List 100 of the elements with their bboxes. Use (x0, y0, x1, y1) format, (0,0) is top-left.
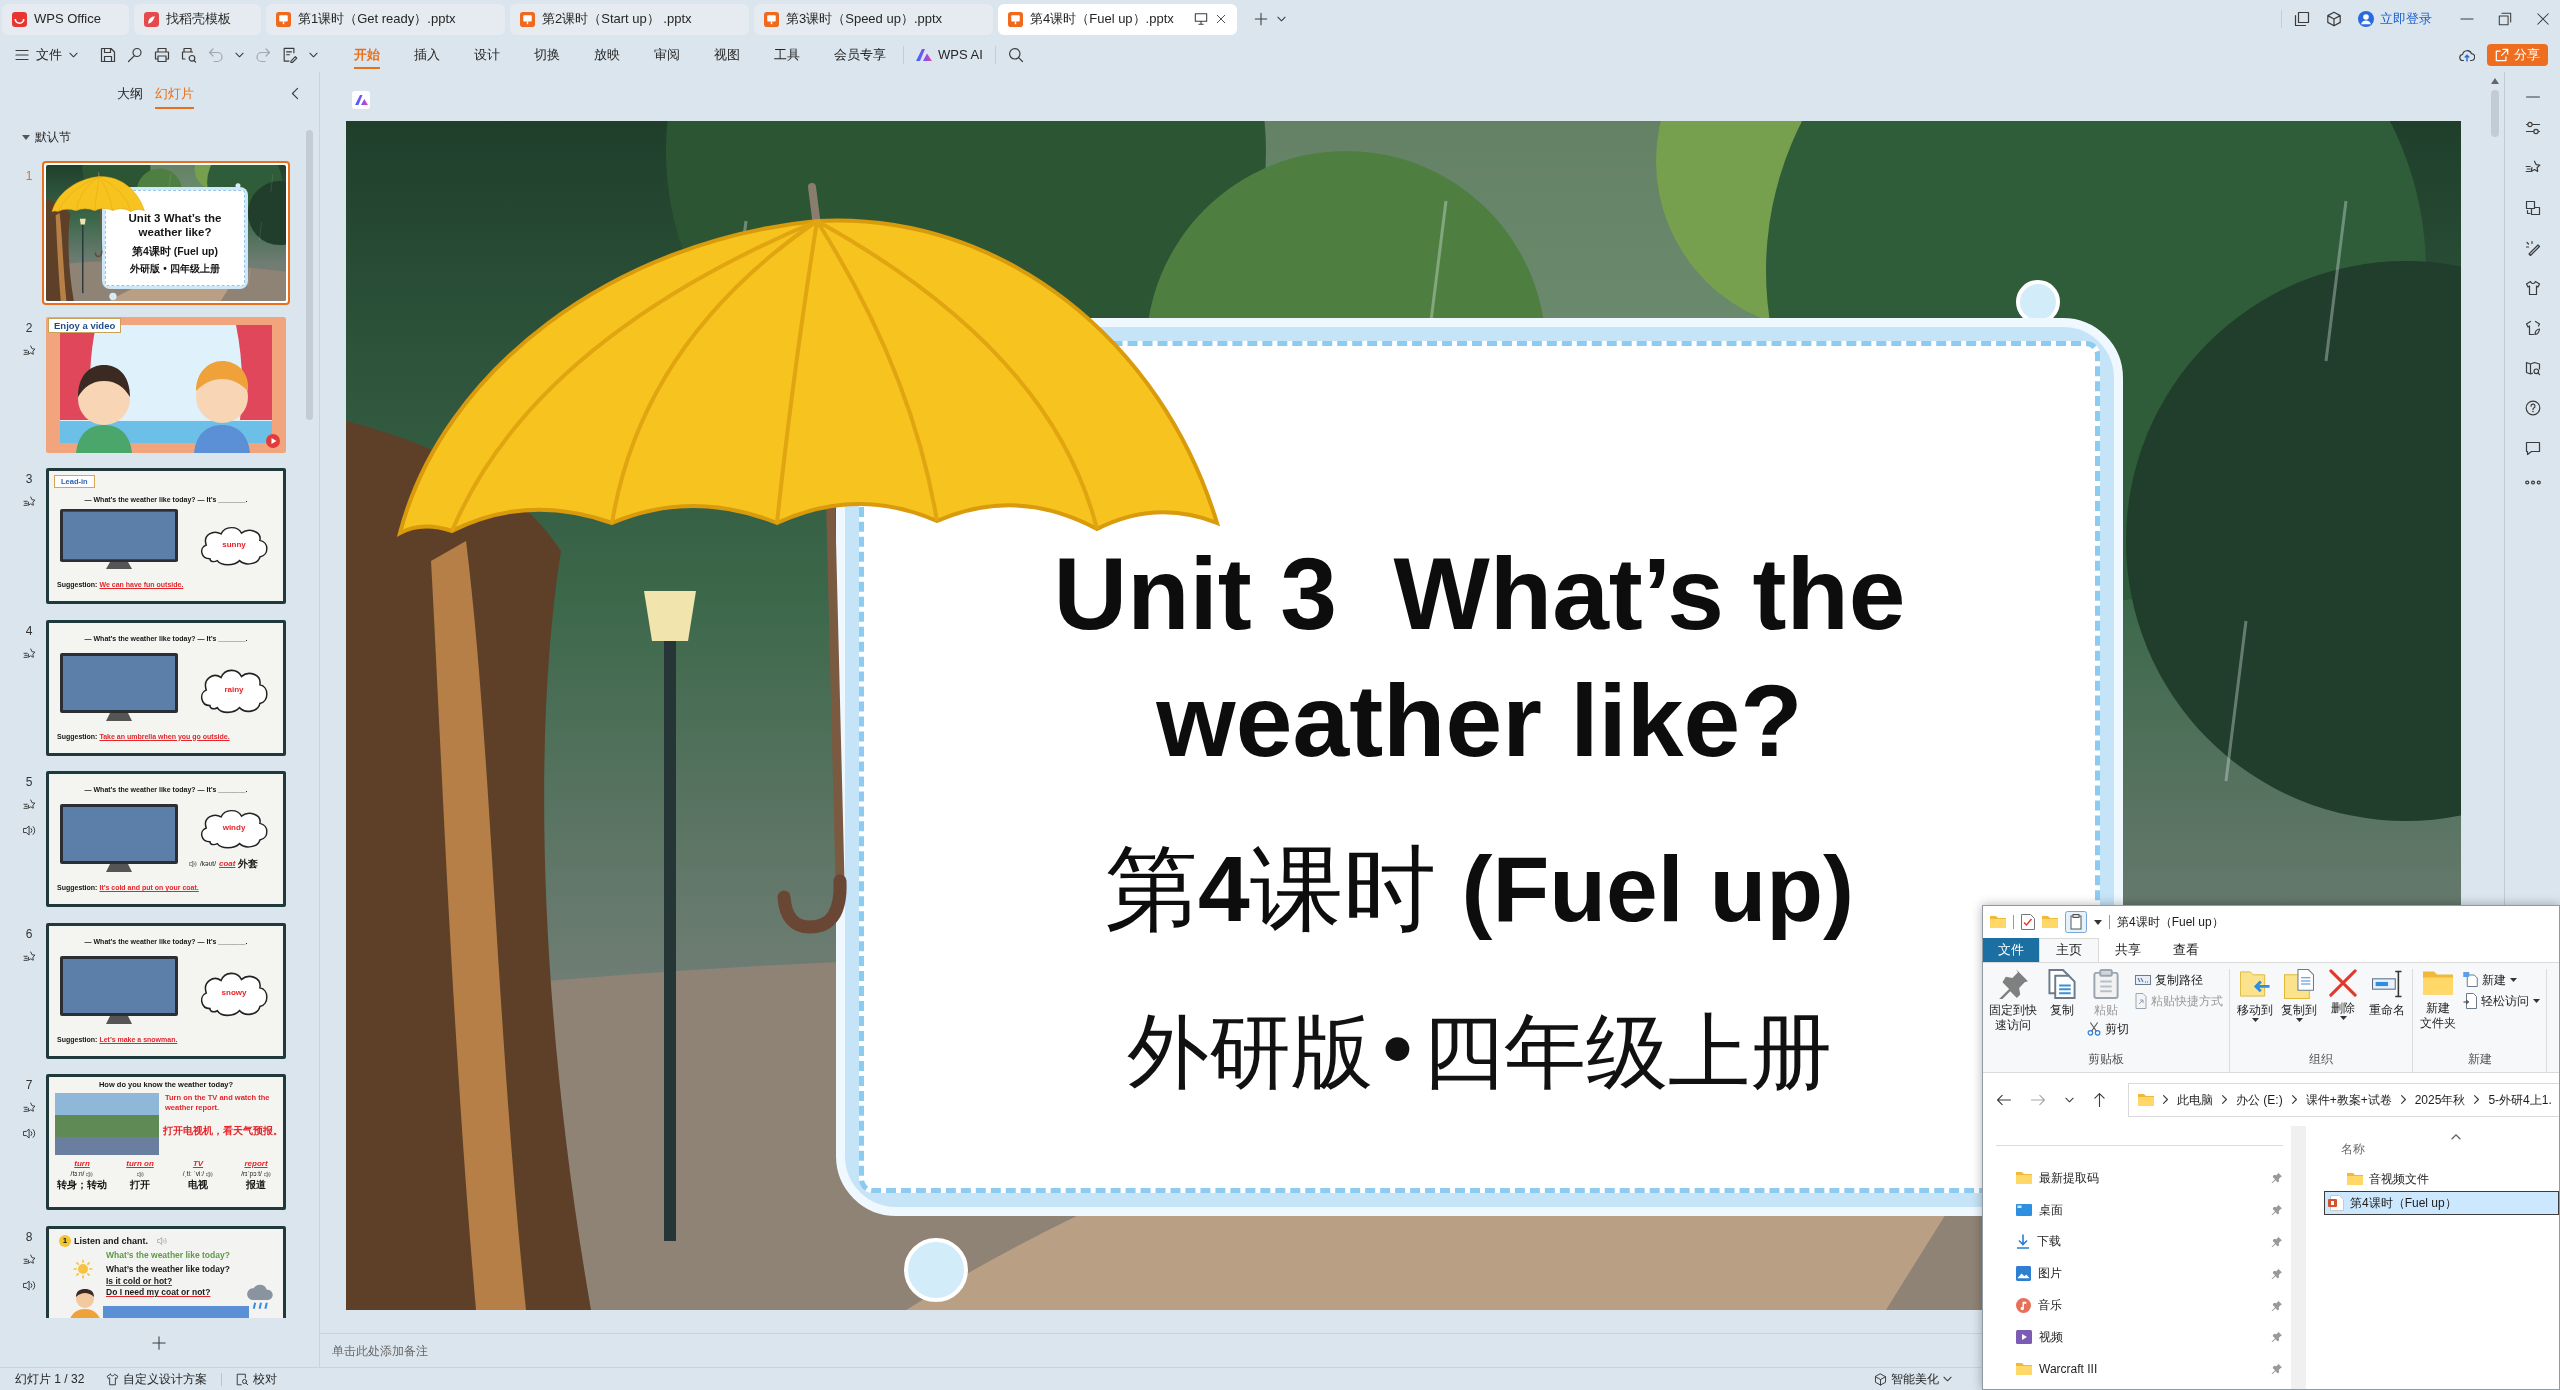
comment-icon[interactable] (2524, 440, 2541, 456)
speaker-icon[interactable] (22, 824, 36, 837)
print-icon[interactable] (154, 47, 170, 63)
shirt-icon[interactable] (106, 1372, 120, 1386)
ribbon-tab[interactable]: 文件 (1983, 938, 2039, 962)
search-icon[interactable] (1007, 47, 1024, 63)
folder-copy-icon[interactable] (2284, 969, 2314, 999)
nav-item[interactable]: Warcraft III (1983, 1352, 2291, 1385)
copy-icon[interactable] (2047, 969, 2077, 999)
wand-icon[interactable] (2524, 240, 2541, 256)
ribbon-button[interactable]: 轻松访问 (2463, 990, 2540, 1011)
squares-icon[interactable] (2524, 200, 2541, 216)
folder-arrow-icon[interactable] (2240, 969, 2270, 999)
caret-icon[interactable] (2251, 1018, 2259, 1022)
check-document-icon[interactable] (2021, 914, 2035, 930)
slide-thumbnail[interactable]: 1 Listen and chant. What’s the weather like today? What’s the weather like today? Is it cold or hot? Do I need my coat or not? (46, 1225, 286, 1318)
cube-icon[interactable] (2326, 11, 2342, 27)
tab[interactable]: 第1课时（Get ready）.pptx (266, 3, 505, 35)
ribbon-button[interactable]: 重命名 (2368, 969, 2406, 1018)
nav-item[interactable]: 下载 (1983, 1225, 2291, 1258)
ribbon-tab[interactable]: 查看 (2157, 938, 2215, 962)
speaker-icon[interactable] (22, 1278, 36, 1292)
logo-icon[interactable] (144, 11, 159, 27)
caret-icon[interactable] (2339, 1016, 2347, 1020)
caret-icon[interactable] (69, 52, 78, 58)
restore-icon[interactable] (2498, 12, 2512, 26)
book-search-icon[interactable] (2524, 360, 2541, 376)
notes-field[interactable]: 单击此处添加备注 (320, 1333, 1982, 1367)
caret-icon[interactable] (1277, 16, 1286, 22)
ribbon-button[interactable]: 固定到快 速访问 (1989, 969, 2037, 1033)
ribbon-button[interactable]: 复制 (2043, 969, 2081, 1018)
cloud-upload-icon[interactable] (2459, 47, 2475, 63)
ribbon-tab[interactable]: 主页 (2039, 938, 2099, 962)
document-arrow-icon[interactable] (2463, 992, 2477, 1009)
breadcrumb-item[interactable]: 2025年秋 (2414, 1090, 2466, 1109)
ribbon-tab[interactable]: 设计 (457, 38, 517, 72)
caret-icon[interactable] (2533, 998, 2540, 1003)
close-icon[interactable] (1215, 13, 1227, 25)
ribbon-button[interactable]: 新建 文件夹 (2419, 969, 2457, 1031)
tab[interactable]: 第2课时（Start up） .pptx (510, 3, 749, 35)
caret-icon[interactable] (1943, 1376, 1952, 1382)
document-search-icon[interactable] (236, 1372, 250, 1386)
slides-file-icon[interactable] (764, 11, 779, 27)
tab[interactable]: 第3课时（Speed up）.pptx (754, 3, 993, 35)
section-header[interactable]: 默认节 (0, 115, 299, 159)
scrollbar-thumb[interactable] (305, 130, 313, 420)
clipboard-icon[interactable] (2065, 911, 2087, 933)
star-icon[interactable] (22, 1253, 36, 1267)
ribbon-button[interactable]: 剪切 (2087, 1018, 2129, 1039)
ai-button[interactable]: WPS AI (904, 45, 995, 65)
tab[interactable]: 第4课时（Fuel up）.pptx (998, 3, 1237, 35)
nav-item[interactable]: 视频 (1983, 1321, 2291, 1353)
breadcrumb-item[interactable]: 5-外研4上1. (2488, 1090, 2552, 1109)
speaker-icon[interactable] (22, 1127, 36, 1140)
caret-down-icon[interactable] (22, 134, 30, 140)
plus-icon[interactable] (1254, 12, 1268, 26)
slides-file-icon[interactable] (520, 11, 535, 27)
caret-icon[interactable] (309, 52, 318, 58)
slide-thumbnail[interactable]: Enjoy a video (46, 316, 286, 453)
ribbon-tab[interactable]: 会员专享 (817, 38, 903, 72)
slides-file-icon[interactable] (276, 11, 291, 27)
star-icon[interactable] (22, 950, 36, 964)
ribbon-button[interactable]: 新建 (2463, 969, 2517, 990)
overlapping-windows-icon[interactable] (2294, 11, 2310, 27)
sliders-icon[interactable] (2524, 120, 2541, 136)
ribbon-tab[interactable]: 插入 (397, 38, 457, 72)
star-icon[interactable] (22, 647, 36, 661)
slides-file-icon[interactable] (1008, 11, 1023, 27)
tab[interactable]: 找稻壳模板 (134, 3, 261, 35)
column-header[interactable]: 名称 (2341, 1140, 2365, 1158)
document-edit-icon[interactable] (282, 47, 298, 63)
address-bar[interactable]: 此电脑 办公 (E:) 课件+教案+试卷 2025年秋 5-外研4上1. (2128, 1082, 2559, 1117)
print-preview-icon[interactable] (181, 47, 197, 63)
ribbon-tab[interactable]: 视图 (697, 38, 757, 72)
chevron-left-icon[interactable] (291, 87, 299, 100)
ribbon-button[interactable]: 复制路径 (2135, 969, 2203, 990)
star-icon[interactable] (22, 1102, 36, 1115)
ribbon-tab[interactable]: 审阅 (637, 38, 697, 72)
star-icon[interactable] (22, 799, 36, 812)
nav-item[interactable]: 桌面 (1983, 1193, 2291, 1226)
back-arrow-icon[interactable] (1997, 1093, 2011, 1106)
proofread-button[interactable]: 校对 (236, 1370, 278, 1388)
design-button[interactable]: 自定义设计方案 (106, 1370, 208, 1388)
close-icon[interactable] (2536, 12, 2550, 26)
cube-icon[interactable] (1874, 1372, 1887, 1386)
delete-icon[interactable] (2329, 969, 2357, 997)
breadcrumb-item[interactable]: 此电脑 (2177, 1090, 2213, 1109)
ribbon-tab[interactable]: 共享 (2099, 938, 2157, 962)
menu-icon[interactable] (15, 49, 29, 61)
lasso-icon[interactable] (127, 47, 143, 63)
ribbon-button[interactable]: 删除 (2324, 969, 2362, 1020)
caret-icon[interactable] (2065, 1096, 2074, 1103)
caret-icon[interactable] (2295, 1018, 2303, 1022)
rename-icon[interactable] (2372, 969, 2402, 999)
help-icon[interactable] (2524, 400, 2541, 416)
share-icon[interactable] (2495, 48, 2509, 62)
caret-icon[interactable] (235, 52, 244, 58)
more-icon[interactable] (2524, 480, 2541, 485)
ai-logo-icon[interactable] (916, 48, 932, 62)
nav-item[interactable]: 最新提取码 (1983, 1162, 2291, 1194)
